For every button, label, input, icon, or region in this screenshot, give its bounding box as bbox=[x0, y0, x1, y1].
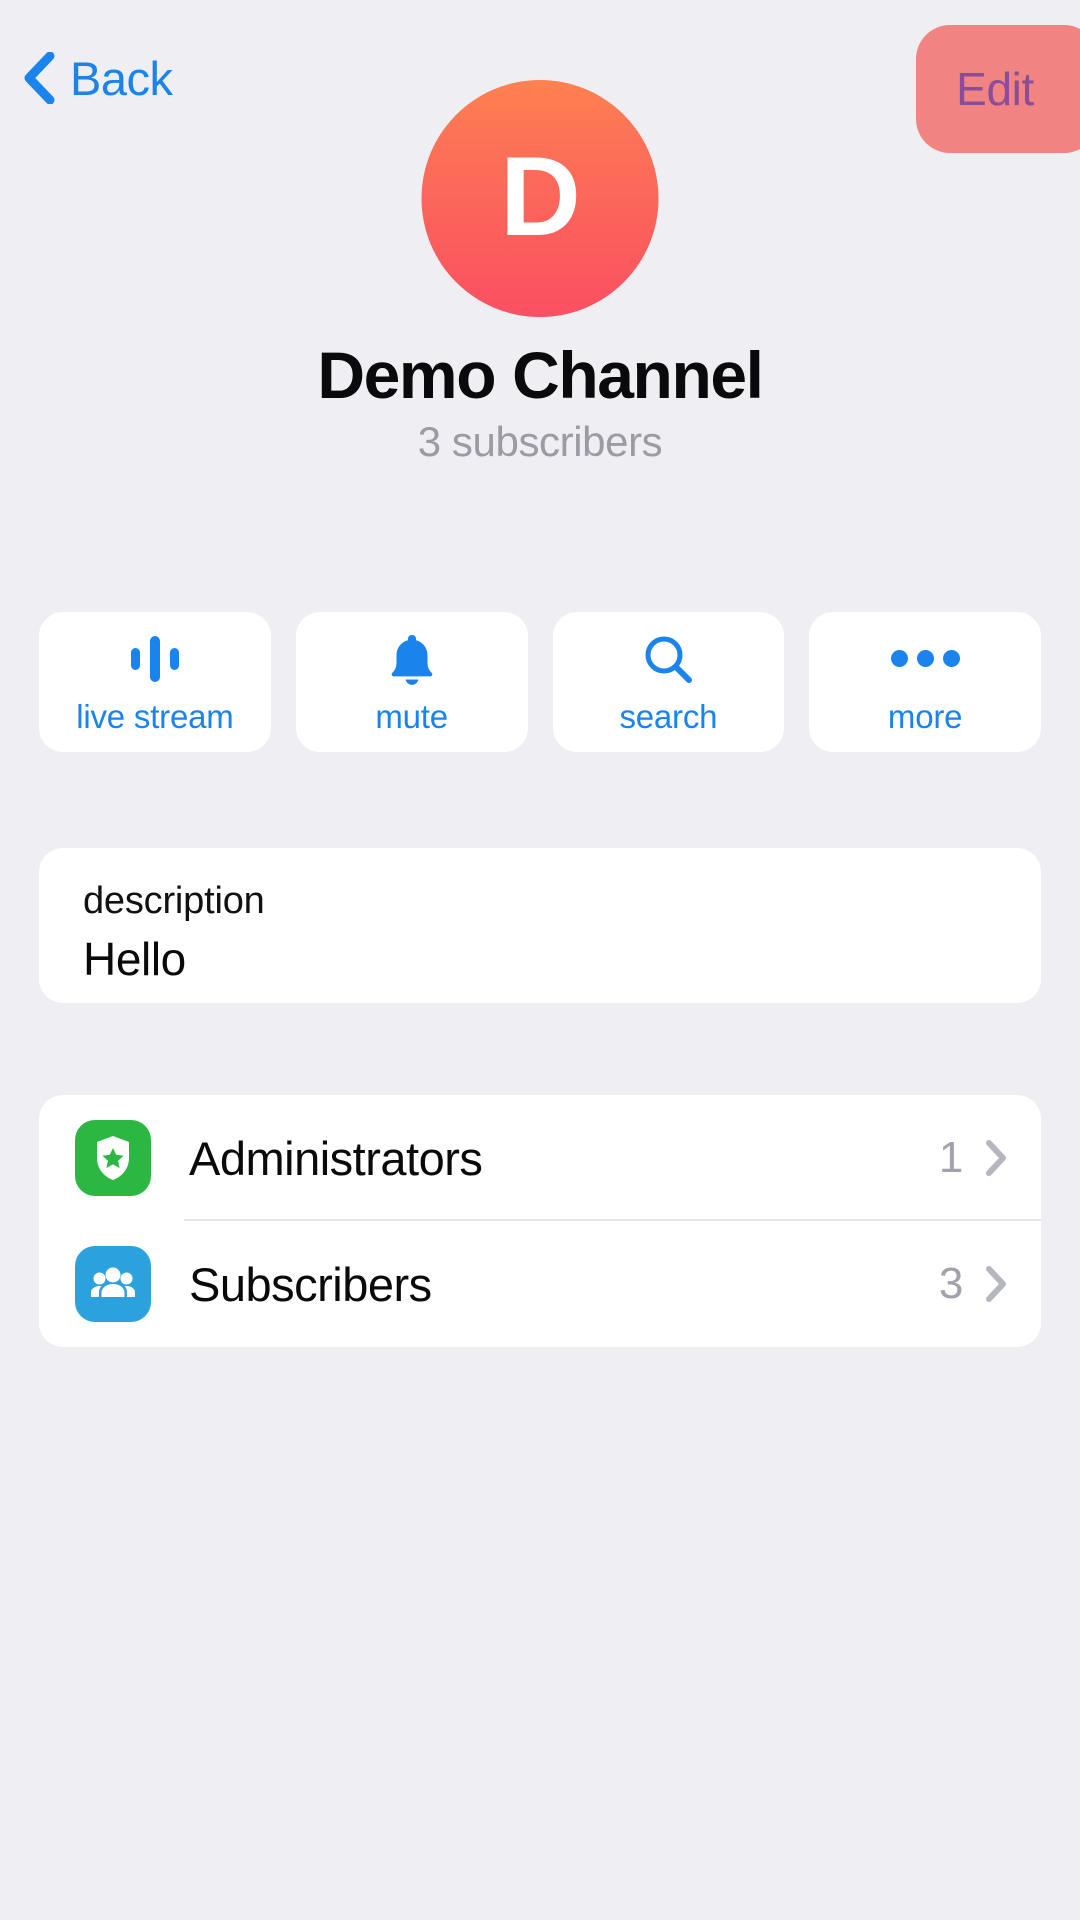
administrators-count: 1 bbox=[939, 1136, 963, 1180]
channel-info-screen: Back Edit D Demo Channel 3 subscribers l… bbox=[0, 0, 1080, 1920]
bell-icon bbox=[386, 632, 438, 686]
chevron-right-icon bbox=[985, 1139, 1007, 1177]
description-value: Hello bbox=[83, 930, 997, 990]
shield-star-icon bbox=[75, 1120, 151, 1196]
ellipsis-icon bbox=[891, 632, 960, 686]
subscribers-label: Subscribers bbox=[189, 1261, 939, 1308]
page-title: Demo Channel bbox=[0, 338, 1080, 414]
subscriber-count-subtitle: 3 subscribers bbox=[0, 418, 1080, 466]
live-stream-button[interactable]: live stream bbox=[39, 612, 271, 752]
people-group-icon bbox=[75, 1246, 151, 1322]
administrators-label: Administrators bbox=[189, 1135, 939, 1182]
waveform-icon bbox=[125, 632, 185, 686]
description-label: description bbox=[83, 878, 997, 926]
search-icon bbox=[641, 632, 695, 686]
more-label: more bbox=[888, 700, 962, 733]
avatar-letter: D bbox=[500, 141, 580, 253]
subscribers-row[interactable]: Subscribers 3 bbox=[39, 1221, 1041, 1347]
administrators-row[interactable]: Administrators 1 bbox=[39, 1095, 1041, 1221]
avatar[interactable]: D bbox=[422, 80, 659, 317]
subscribers-count: 3 bbox=[939, 1262, 963, 1306]
action-button-row: live stream mute search bbox=[39, 612, 1041, 752]
edit-button[interactable]: Edit bbox=[916, 25, 1080, 153]
edit-label: Edit bbox=[956, 66, 1058, 112]
search-button[interactable]: search bbox=[553, 612, 785, 752]
description-card[interactable]: description Hello bbox=[39, 848, 1041, 1003]
chevron-left-icon bbox=[22, 52, 56, 104]
back-button[interactable]: Back bbox=[22, 52, 173, 104]
mute-button[interactable]: mute bbox=[296, 612, 528, 752]
chevron-right-icon bbox=[985, 1265, 1007, 1303]
more-button[interactable]: more bbox=[809, 612, 1041, 752]
info-list: Administrators 1 Subscribers 3 bbox=[39, 1095, 1041, 1347]
mute-label: mute bbox=[375, 700, 448, 733]
back-label: Back bbox=[70, 55, 173, 102]
search-label: search bbox=[619, 700, 717, 733]
live-stream-label: live stream bbox=[76, 700, 233, 733]
